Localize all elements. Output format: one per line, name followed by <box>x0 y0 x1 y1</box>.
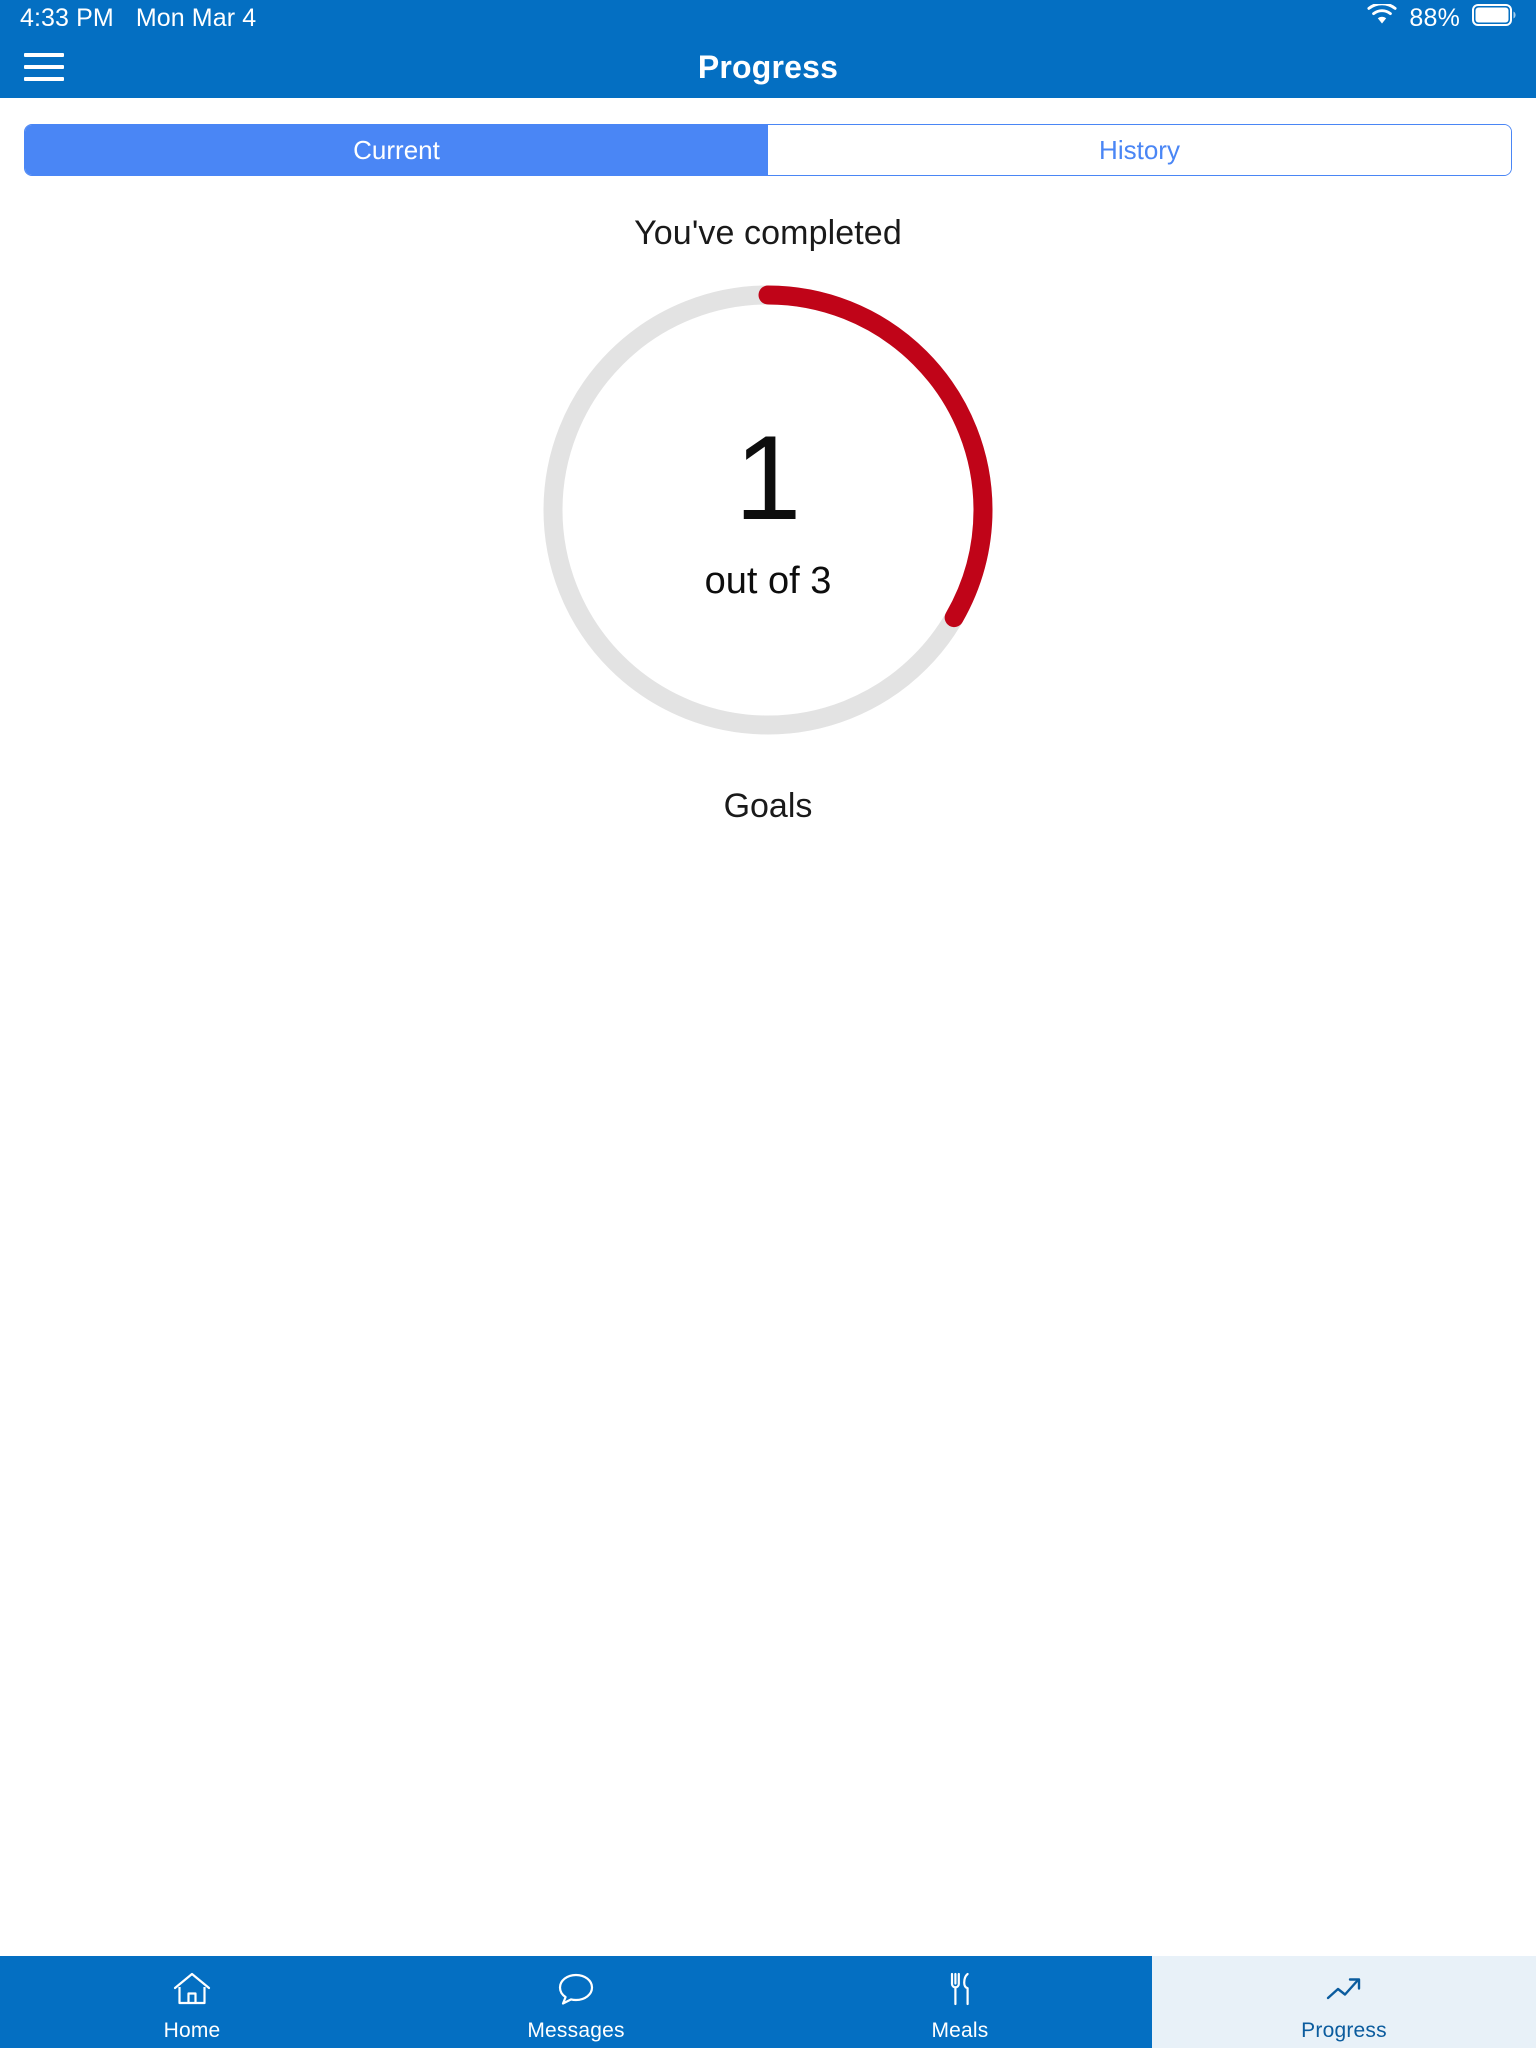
fork-knife-icon <box>939 1970 981 2013</box>
home-icon <box>171 1970 213 2013</box>
progress-total-label: out of 3 <box>704 559 832 602</box>
navigation-bar: Progress <box>0 36 1536 98</box>
tab-history[interactable]: History <box>768 125 1511 175</box>
app-screen: 4:33 PM Mon Mar 4 88% Progress Current H… <box>0 0 1536 2048</box>
tab-bar-label-messages: Messages <box>527 2018 625 2042</box>
progress-ring-center: 1 out of 3 <box>533 275 1003 745</box>
status-date: Mon Mar 4 <box>135 3 257 32</box>
segmented-control: Current History <box>24 124 1512 176</box>
segmented-control-container: Current History <box>0 98 1536 176</box>
tab-bar-label-meals: Meals <box>931 2018 989 2042</box>
hamburger-menu-icon[interactable] <box>24 53 64 81</box>
trending-up-icon <box>1323 1970 1365 2013</box>
progress-ring: 1 out of 3 <box>533 275 1003 745</box>
progress-value: 1 <box>734 410 802 545</box>
status-bar: 4:33 PM Mon Mar 4 88% <box>0 0 1536 36</box>
battery-percent-label: 88% <box>1409 3 1460 32</box>
tab-bar-item-messages[interactable]: Messages <box>384 1956 768 2048</box>
wifi-icon <box>1367 1 1397 33</box>
status-bar-right: 88% <box>1367 1 1518 34</box>
status-bar-left: 4:33 PM Mon Mar 4 <box>20 4 256 33</box>
tab-bar-item-progress[interactable]: Progress <box>1152 1956 1536 2048</box>
main-content: You've completed 1 out of 3 Goals <box>0 176 1536 1956</box>
tab-bar-item-meals[interactable]: Meals <box>768 1956 1152 2048</box>
page-title: Progress <box>697 48 839 85</box>
completed-headline: You've completed <box>634 214 902 252</box>
chat-bubble-icon <box>555 1970 597 2013</box>
tab-bar-label-progress: Progress <box>1301 2018 1387 2042</box>
status-time: 4:33 PM <box>20 3 114 32</box>
bottom-tab-bar: Home Messages Meals Progress <box>0 1956 1536 2048</box>
tab-current[interactable]: Current <box>25 125 768 175</box>
progress-caption: Goals <box>723 787 813 825</box>
tab-bar-item-home[interactable]: Home <box>0 1956 384 2048</box>
tab-bar-label-home: Home <box>163 2018 221 2042</box>
battery-icon <box>1472 3 1518 34</box>
